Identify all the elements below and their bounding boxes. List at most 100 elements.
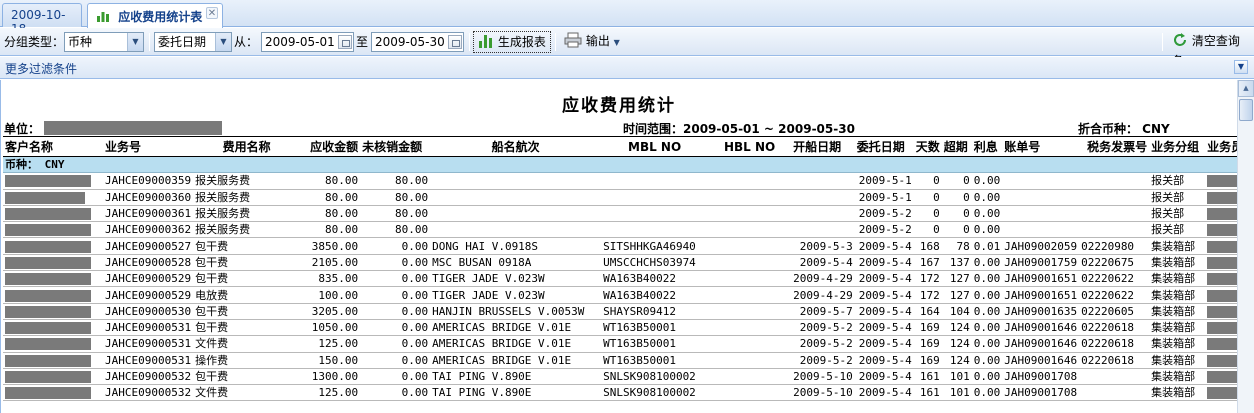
amt-cell: 1300.00 bbox=[300, 368, 361, 386]
fee-cell: 包干费 bbox=[193, 237, 301, 255]
table-row[interactable]: JAHCE09000530 包干费 3205.00 0.00 HANJIN BRUSSE… bbox=[3, 303, 1249, 320]
bill-cell: JAH09001708 bbox=[1002, 384, 1080, 402]
table-row[interactable]: JAHCE09000359 报关服务费 80.00 80.00 2009-5-1 0 0 0.… bbox=[3, 172, 1249, 190]
invoice-cell bbox=[1079, 384, 1150, 402]
column-header: 船名航次 bbox=[430, 136, 602, 157]
chevron-down-icon[interactable]: ▼ bbox=[127, 33, 143, 51]
interest-cell: 0.00 bbox=[971, 303, 1003, 320]
ship-cell bbox=[430, 221, 602, 239]
bill-cell: JAH09001646 bbox=[1002, 352, 1080, 369]
days-cell: 168 bbox=[913, 237, 942, 255]
generate-report-button[interactable]: 生成报表 bbox=[473, 31, 551, 53]
group-label: 币种： CNY bbox=[3, 156, 1249, 174]
days-cell: 167 bbox=[913, 254, 942, 272]
unw-cell: 80.00 bbox=[360, 221, 431, 239]
days-cell: 169 bbox=[913, 352, 942, 369]
dept-cell: 集装箱部 bbox=[1149, 254, 1206, 272]
table-row[interactable]: JAHCE09000532 文件费 125.00 0.00 TAI PING V.890… bbox=[3, 384, 1249, 402]
table-row[interactable]: JAHCE09000362 报关服务费 80.00 80.00 2009-5-2 0 0 0.… bbox=[3, 221, 1249, 239]
calendar-icon[interactable] bbox=[448, 35, 462, 49]
interest-cell: 0.00 bbox=[971, 270, 1003, 288]
days-cell: 0 bbox=[913, 172, 942, 190]
days-cell: 169 bbox=[913, 335, 942, 353]
interest-cell: 0.00 bbox=[971, 286, 1003, 304]
date-type-select[interactable]: 委托日期 ▼ bbox=[154, 32, 232, 52]
mbl-cell bbox=[601, 189, 709, 206]
more-filters-link[interactable]: 更多过滤条件 bbox=[5, 60, 77, 77]
invoice-cell: 02220605 bbox=[1079, 303, 1150, 320]
separator bbox=[1162, 33, 1163, 51]
table-row[interactable]: JAHCE09000527 包干费 3850.00 0.00 DONG HAI V.09… bbox=[3, 237, 1249, 255]
from-date-field[interactable]: 2009-05-01 bbox=[261, 32, 354, 52]
table-row[interactable]: JAHCE09000531 文件费 125.00 0.00 AMERICAS BRIDG… bbox=[3, 335, 1249, 353]
group-type-select[interactable]: 币种 ▼ bbox=[64, 32, 144, 52]
to-date-field[interactable]: 2009-05-30 bbox=[371, 32, 464, 52]
tab-receivables-report[interactable]: 应收费用统计表 ✕ bbox=[87, 3, 223, 28]
table-row[interactable]: JAHCE09000529 电放费 100.00 0.00 TIGER JADE V.0… bbox=[3, 286, 1249, 304]
chevron-down-icon[interactable]: ▼ bbox=[1234, 60, 1248, 74]
column-header: 应收金额 bbox=[300, 136, 361, 157]
ship-cell: AMERICAS BRIDGE V.01E bbox=[430, 335, 602, 353]
table-row[interactable]: JAHCE09000528 包干费 2105.00 0.00 MSC BUSAN 091… bbox=[3, 254, 1249, 272]
from-date-value: 2009-05-01 bbox=[265, 35, 335, 49]
hbl-cell bbox=[708, 368, 792, 386]
hbl-cell bbox=[708, 335, 792, 353]
unit-info: 单位： bbox=[4, 120, 223, 137]
table-row[interactable]: JAHCE09000531 包干费 1050.00 0.00 AMERICAS BRID… bbox=[3, 319, 1249, 337]
time-range: 时间范围：2009-05-01 ~ 2009-05-30 bbox=[623, 122, 855, 136]
unw-cell: 0.00 bbox=[360, 254, 431, 272]
hbl-cell bbox=[708, 205, 792, 223]
table-row[interactable]: JAHCE09000532 包干费 1300.00 0.00 TAI PING V.89… bbox=[3, 368, 1249, 386]
chevron-down-icon[interactable]: ▼ bbox=[614, 38, 620, 47]
amt-cell: 835.00 bbox=[300, 270, 361, 288]
separator bbox=[469, 33, 470, 51]
hbl-cell bbox=[708, 303, 792, 320]
amt-cell: 80.00 bbox=[300, 189, 361, 206]
separator bbox=[149, 33, 150, 51]
interest-cell: 0.01 bbox=[971, 237, 1003, 255]
customer-name-cell bbox=[3, 384, 103, 402]
to-label: 至 bbox=[356, 35, 369, 49]
redacted-customer-name bbox=[5, 305, 91, 318]
entrust-cell: 2009-5-4 bbox=[854, 319, 914, 337]
report-area: 应收费用统计 单位： 时间范围：2009-05-01 ~ 2009-05-30 … bbox=[0, 80, 1254, 413]
table-row[interactable]: JAHCE09000529 包干费 835.00 0.00 TIGER JADE V.0… bbox=[3, 270, 1249, 288]
clear-query-button[interactable]: 清空查询条 bbox=[1168, 31, 1254, 68]
ship-cell: HANJIN BRUSSELS V.0053W bbox=[430, 303, 602, 320]
days-cell: 0 bbox=[913, 205, 942, 223]
redacted-customer-name bbox=[5, 338, 91, 351]
hbl-cell bbox=[708, 221, 792, 239]
customer-name-cell bbox=[3, 303, 103, 320]
tab-date[interactable]: 2009-10-18 bbox=[2, 3, 82, 36]
date-type-value: 委托日期 bbox=[158, 35, 207, 49]
amt-cell: 150.00 bbox=[300, 352, 361, 369]
chevron-down-icon[interactable]: ▼ bbox=[215, 33, 231, 51]
table-row[interactable]: JAHCE09000361 报关服务费 80.00 80.00 2009-5-2 0 0 0.… bbox=[3, 205, 1249, 223]
biz-cell: JAHCE09000528 bbox=[103, 254, 194, 272]
column-header: 费用名称 bbox=[193, 136, 301, 157]
hbl-cell bbox=[708, 270, 792, 288]
calendar-icon[interactable] bbox=[338, 35, 352, 49]
close-icon[interactable]: ✕ bbox=[206, 7, 218, 19]
scrollbar-thumb[interactable] bbox=[1239, 99, 1253, 121]
fee-cell: 报关服务费 bbox=[193, 221, 301, 239]
interest-cell: 0.00 bbox=[971, 384, 1003, 402]
bill-cell: JAH09002059 bbox=[1002, 237, 1080, 255]
invoice-cell: 02220980 bbox=[1079, 237, 1150, 255]
fee-cell: 包干费 bbox=[193, 368, 301, 386]
table-row[interactable]: JAHCE09000360 报关服务费 80.00 80.00 2009-5-1 0 0 0.… bbox=[3, 189, 1249, 206]
redacted-customer-name bbox=[5, 240, 91, 253]
unw-cell: 0.00 bbox=[360, 335, 431, 353]
ship-cell: TAI PING V.890E bbox=[430, 384, 602, 402]
export-button[interactable]: 输出 ▼ bbox=[560, 31, 624, 53]
over-cell: 0 bbox=[941, 189, 972, 206]
mbl-cell: WT163B50001 bbox=[601, 319, 709, 337]
entrust-cell: 2009-5-4 bbox=[854, 368, 914, 386]
vertical-scrollbar[interactable]: ▲ bbox=[1237, 80, 1254, 413]
fee-cell: 包干费 bbox=[193, 319, 301, 337]
scroll-up-icon[interactable]: ▲ bbox=[1238, 80, 1254, 97]
table-row[interactable]: JAHCE09000531 操作费 150.00 0.00 AMERICAS BRIDG… bbox=[3, 352, 1249, 369]
redacted-customer-name bbox=[5, 371, 91, 383]
days-cell: 161 bbox=[913, 384, 942, 402]
bar-chart-icon bbox=[479, 35, 492, 48]
